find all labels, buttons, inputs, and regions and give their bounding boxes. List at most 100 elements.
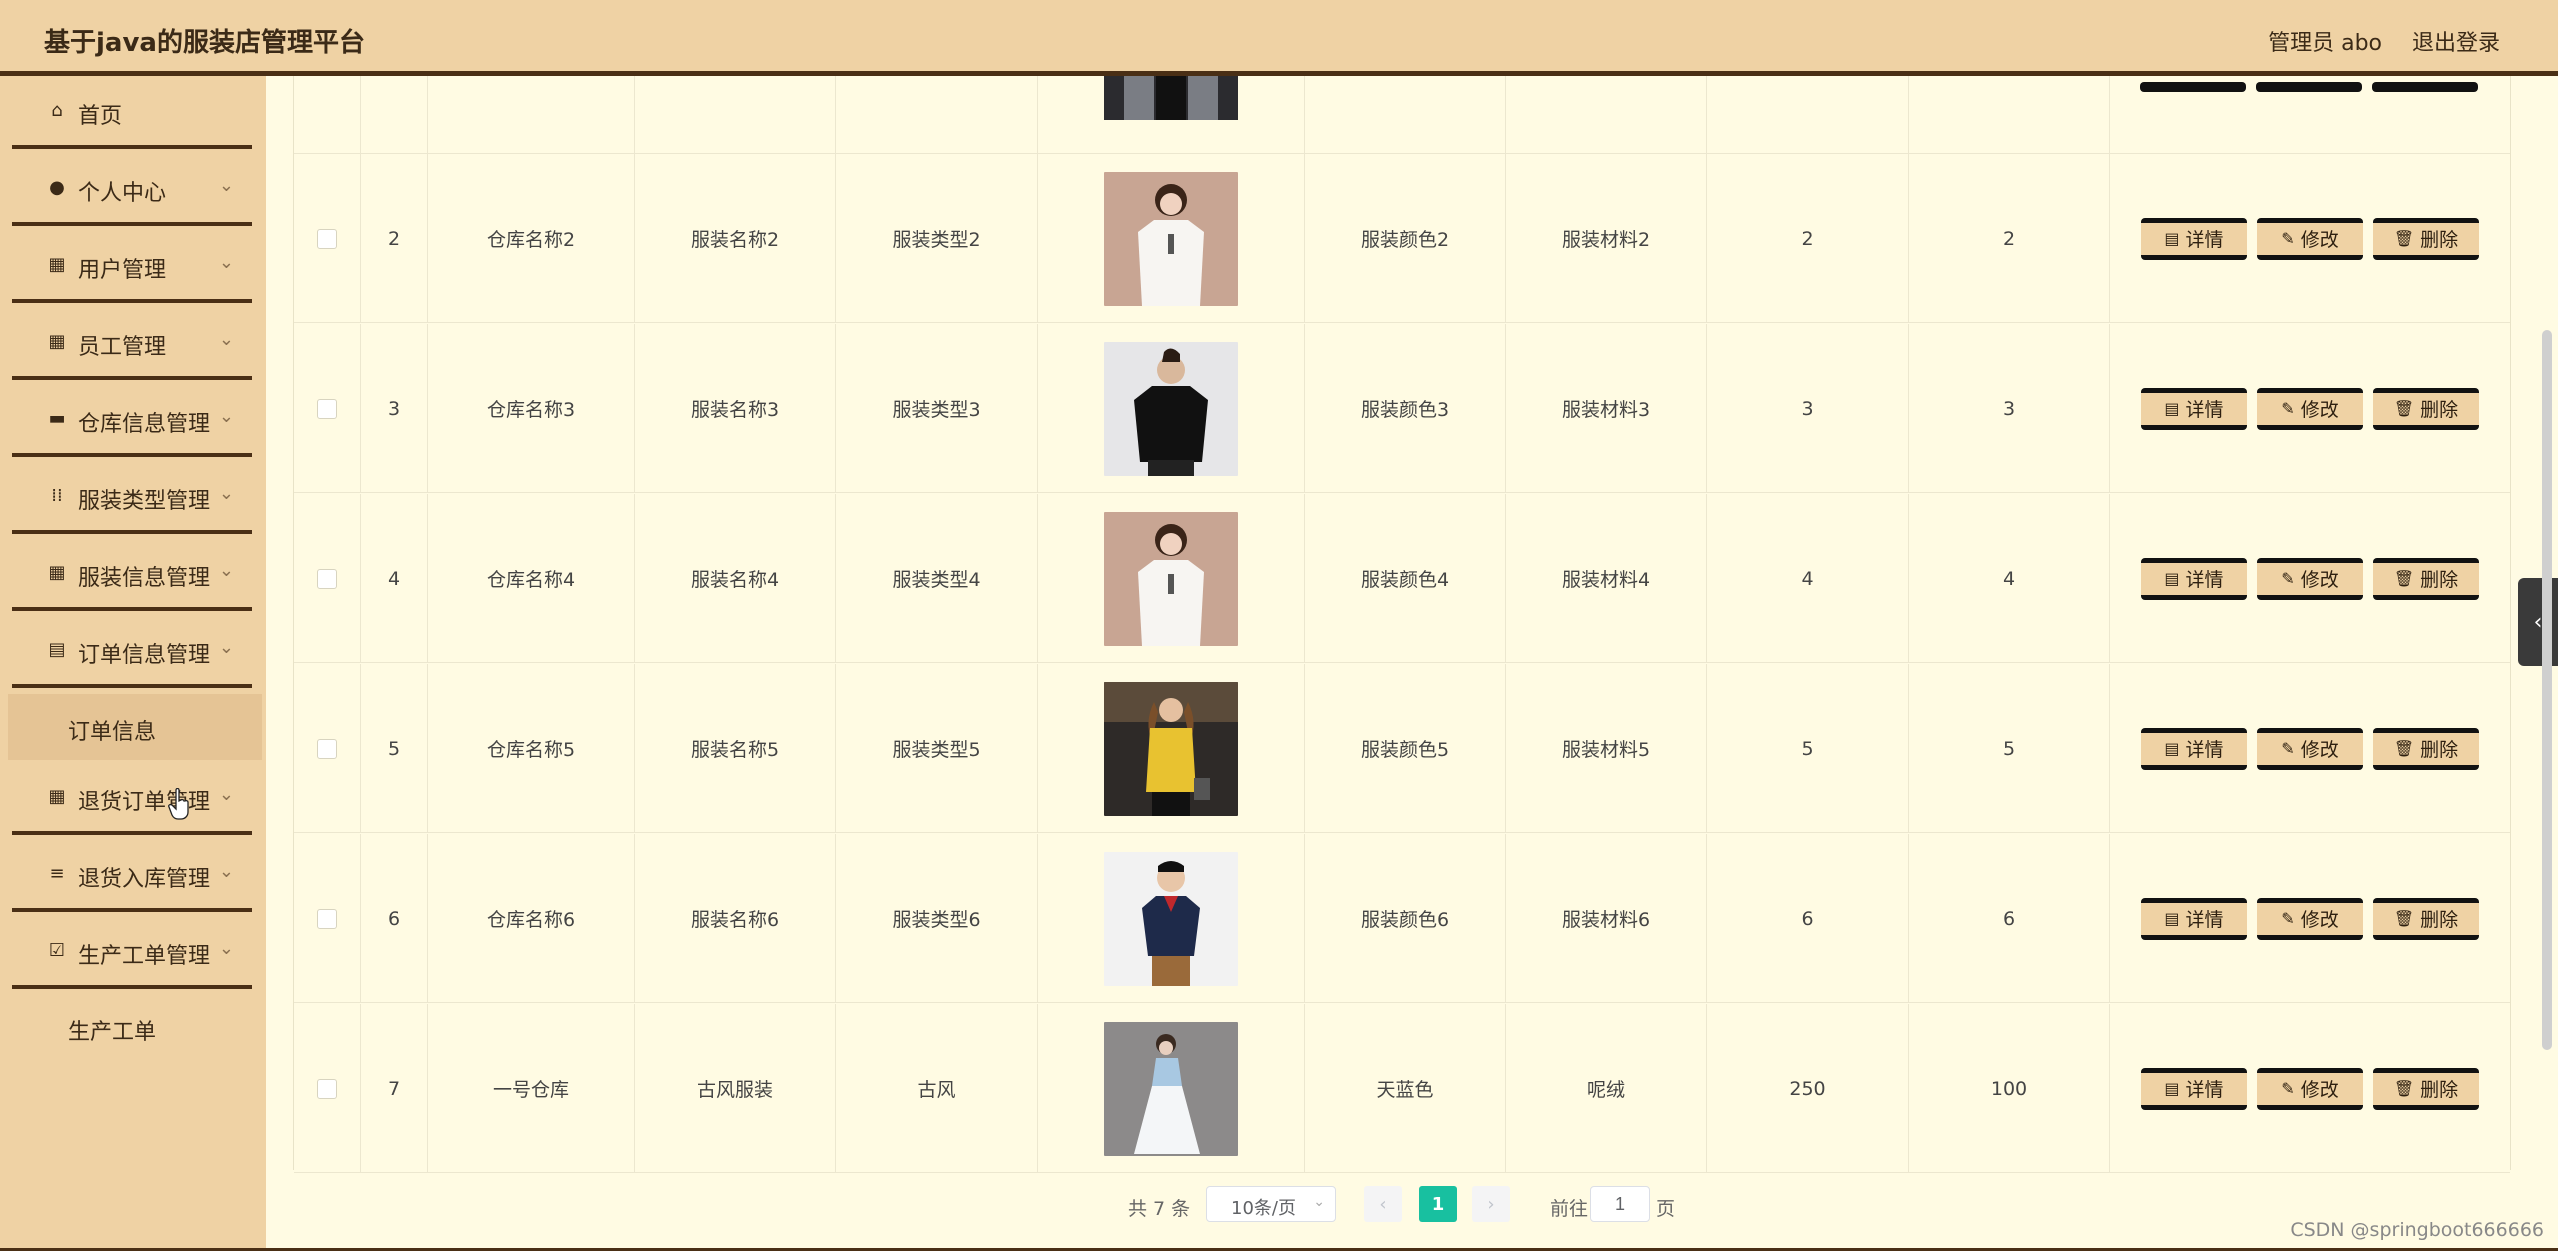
clothing-image[interactable] — [1104, 341, 1238, 476]
table-row: 6 仓库名称6 服装名称6 服装类型6 服装颜色6 服装材料6 6 6 ▤ 详情 ✎ 修改 🗑 删除 — [294, 834, 2510, 1003]
row-checkbox[interactable] — [317, 568, 337, 589]
chevron-down-icon: ⌄ — [218, 483, 234, 504]
page-number-button[interactable]: 1 — [1419, 1186, 1457, 1222]
delete-button[interactable]: 🗑 删除 — [2373, 897, 2479, 940]
delete-button[interactable]: 🗑 删除 — [2373, 727, 2479, 770]
sidebar-subitem-production-order[interactable]: 生产工单 — [8, 994, 262, 1060]
cell-id-value: 2 — [387, 227, 401, 250]
row-actions: ▤ 详情 ✎ 修改 🗑 删除 — [2141, 557, 2479, 600]
select-cell — [294, 664, 361, 833]
cell-type: 服装类型3 — [836, 324, 1038, 493]
row-checkbox[interactable] — [317, 398, 337, 419]
cell-qty: 3 — [1707, 324, 1909, 493]
cell-qty: 5 — [1707, 664, 1909, 833]
actions-cell: ▤ 详情 ✎ 修改 🗑 删除 — [2110, 834, 2510, 1003]
actions-cell: ▤ 详情 ✎ 修改 🗑 删除 — [2110, 324, 2510, 493]
logout-link[interactable]: 退出登录 — [2412, 25, 2500, 57]
total-count: 共 7 条 — [1128, 1198, 1191, 1220]
edit-button[interactable]: ✎ 修改 — [2257, 727, 2363, 770]
clothing-image[interactable] — [1104, 1021, 1238, 1156]
cell-stock: 100 — [1909, 1004, 2110, 1173]
row-checkbox[interactable] — [317, 1078, 337, 1099]
clothing-image[interactable] — [1104, 171, 1238, 306]
edit-button[interactable]: ✎ 修改 — [2257, 897, 2363, 940]
actions-cell: ▤ 详情 ✎ 修改 🗑 删除 — [2110, 1004, 2510, 1173]
pencil-icon: ✎ — [2281, 909, 2295, 928]
delete-button[interactable]: 🗑 删除 — [2373, 1067, 2479, 1110]
cell-color: 服装颜色3 — [1305, 324, 1506, 493]
clothing-image[interactable] — [1104, 681, 1238, 816]
edit-button[interactable]: ✎ 修改 — [2257, 1067, 2363, 1110]
cell-stock-value: 4 — [2002, 567, 2016, 590]
detail-button[interactable]: ▤ 详情 — [2141, 217, 2247, 260]
sidebar-item-warehouse[interactable]: ▬ 仓库信息管理 ⌄ — [12, 384, 252, 457]
sidebar-item-home[interactable]: ⌂ 首页 — [12, 76, 252, 149]
grid-icon: ▦ — [48, 254, 66, 275]
sidebar-item-orders[interactable]: ▤ 订单信息管理 ⌄ — [12, 615, 252, 688]
cell-warehouse: 仓库名称2 — [428, 154, 635, 323]
clothing-image[interactable] — [1104, 511, 1238, 646]
prev-page-button[interactable]: ‹ — [1364, 1186, 1402, 1222]
sidebar-item-staff[interactable]: ▦ 员工管理 ⌄ — [12, 307, 252, 380]
cell-stock: 6 — [1909, 834, 2110, 1003]
detail-button[interactable]: ▤ 详情 — [2141, 557, 2247, 600]
row-checkbox[interactable] — [317, 228, 337, 249]
sidebar-item-users[interactable]: ▦ 用户管理 ⌄ — [12, 230, 252, 303]
pencil-icon: ✎ — [2281, 739, 2295, 758]
trash-icon: 🗑 — [2393, 229, 2415, 248]
chevron-down-icon: ⌄ — [218, 406, 234, 427]
cell-id-value: 4 — [387, 567, 401, 590]
scrollbar[interactable] — [2542, 330, 2552, 1050]
delete-button[interactable]: 🗑 删除 — [2373, 217, 2479, 260]
cell-qty: 6 — [1707, 834, 1909, 1003]
chevron-down-icon: ⌄ — [218, 175, 234, 196]
sidebar-item-label: 退货订单管理 — [78, 790, 211, 815]
image-cell — [1038, 1004, 1305, 1173]
sidebar-item-clothing-type[interactable]: ⁞⁞ 服装类型管理 ⌄ — [12, 461, 252, 534]
cell-qty-value: 6 — [1801, 907, 1814, 930]
cell-color: 服装颜色5 — [1305, 664, 1506, 833]
detail-button[interactable]: ▤ 详情 — [2141, 727, 2247, 770]
sidebar-item-profile[interactable]: ● 个人中心 ⌄ — [12, 153, 252, 226]
page-size-select[interactable]: 10条/页 ⌄ — [1206, 1186, 1336, 1222]
edit-button-label: 修改 — [2300, 1079, 2339, 1101]
delete-button[interactable]: 🗑 删除 — [2373, 387, 2479, 430]
image-cell — [1038, 494, 1305, 663]
cell-stock-value: 2 — [2002, 227, 2016, 250]
chevron-down-icon: ⌄ — [1313, 1194, 1325, 1210]
detail-button-label: 详情 — [2185, 229, 2224, 251]
goto-page-input[interactable] — [1590, 1186, 1650, 1222]
sidebar-item-returns[interactable]: ▦ 退货订单管理 ⌄ — [12, 762, 252, 835]
edit-button[interactable]: ✎ 修改 — [2257, 217, 2363, 260]
edit-button[interactable]: ✎ 修改 — [2257, 387, 2363, 430]
sidebar-subitem-order-info[interactable]: 订单信息 — [8, 694, 262, 760]
cell-material: 服装材料2 — [1506, 154, 1707, 323]
clothing-image[interactable] — [1104, 851, 1238, 986]
next-page-button[interactable]: › — [1472, 1186, 1510, 1222]
row-checkbox[interactable] — [317, 908, 337, 929]
detail-button[interactable]: ▤ 详情 — [2141, 897, 2247, 940]
goto-label: 前往 — [1550, 1198, 1589, 1220]
detail-button[interactable]: ▤ 详情 — [2141, 387, 2247, 430]
cell-type-value: 服装类型5 — [892, 739, 981, 761]
trash-icon: 🗑 — [2393, 569, 2415, 588]
edit-button[interactable]: ✎ 修改 — [2257, 557, 2363, 600]
detail-button-label: 详情 — [2185, 399, 2224, 421]
chevron-down-icon: ⌄ — [218, 938, 234, 959]
cell-stock-value: 3 — [2002, 397, 2016, 420]
select-cell — [294, 494, 361, 663]
sidebar-item-production[interactable]: ☑ 生产工单管理 ⌄ — [12, 916, 252, 989]
collapse-panel-button[interactable]: ‹ — [2518, 578, 2558, 666]
cell-stock: 3 — [1909, 324, 2110, 493]
cell-qty-value: 3 — [1801, 397, 1814, 420]
sidebar-item-return-stock[interactable]: ≡ 退货入库管理 ⌄ — [12, 839, 252, 912]
cell-id-value: 3 — [387, 397, 401, 420]
row-actions: ▤ 详情 ✎ 修改 🗑 删除 — [2141, 217, 2479, 260]
cell-name: 服装名称3 — [635, 324, 836, 493]
sidebar-item-clothing-info[interactable]: ▦ 服装信息管理 ⌄ — [12, 538, 252, 611]
row-checkbox[interactable] — [317, 738, 337, 759]
cell-id: 3 — [361, 324, 428, 493]
delete-button[interactable]: 🗑 删除 — [2373, 557, 2479, 600]
detail-button[interactable]: ▤ 详情 — [2141, 1067, 2247, 1110]
sidebar-item-label: 订单信息管理 — [78, 643, 211, 668]
